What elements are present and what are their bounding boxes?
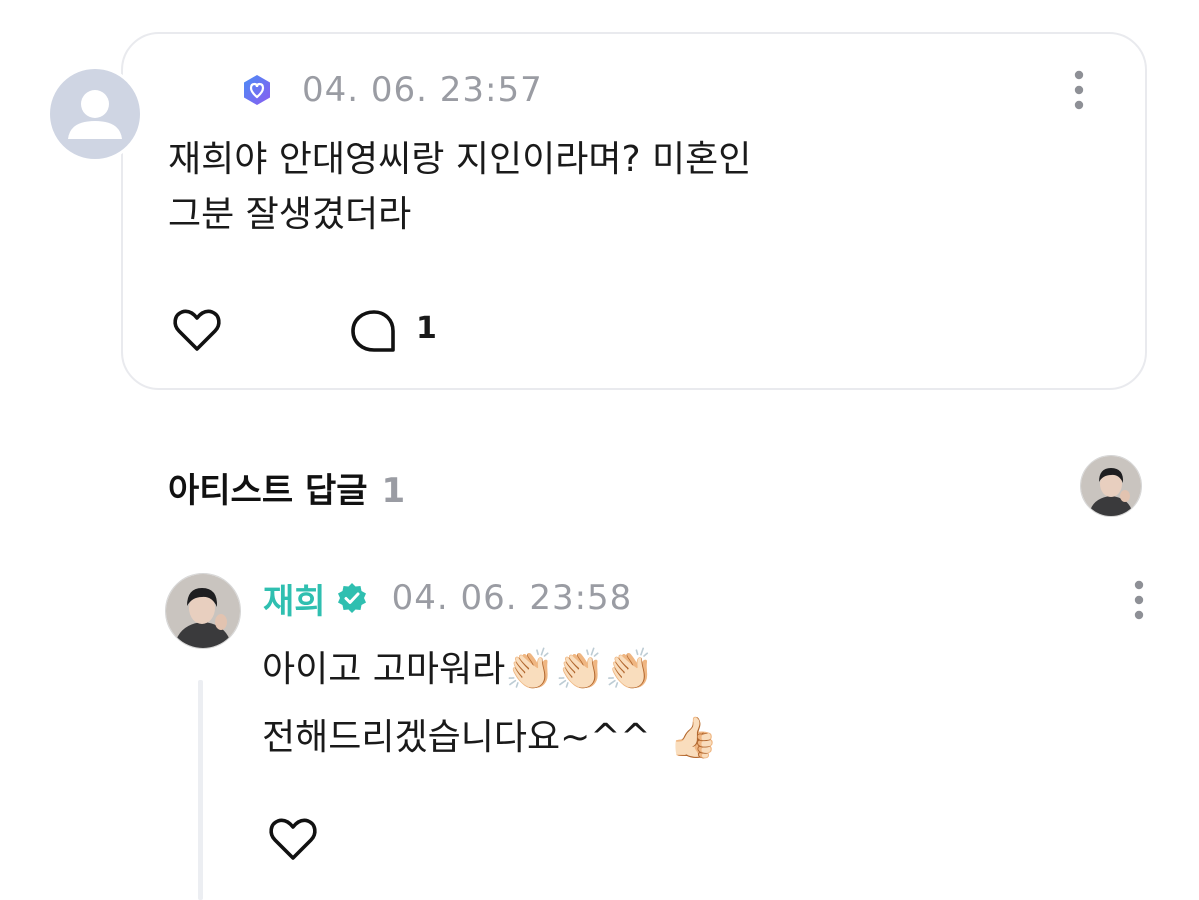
thumbs-up-emoji: 👍🏻 [668, 715, 719, 761]
heart-icon[interactable] [268, 816, 318, 862]
artist-photo-icon [1081, 456, 1141, 516]
author-avatar[interactable] [47, 66, 143, 162]
more-vertical-icon[interactable] [1073, 70, 1085, 110]
reply-text-segment: 전해드리겠습니다요~^^ [262, 717, 651, 758]
post-text-line: 그분 잘생겼더라 [168, 194, 412, 235]
post-text-line: 재희야 안대영씨랑 지인이라며? 미혼인 [168, 139, 752, 180]
comment-count: 1 [416, 311, 437, 346]
reply-author-avatar[interactable] [165, 573, 241, 649]
artist-avatar[interactable] [1080, 455, 1142, 517]
clapping-hands-emoji: 👏🏻👏🏻👏🏻 [505, 647, 655, 693]
comment-thread-page: 04. 06. 23:57 재희야 안대영씨랑 지인이라며? 미혼인 그분 잘생… [0, 0, 1199, 900]
comment-bubble-icon[interactable] [348, 308, 400, 356]
reply-text-segment: 아이고 고마워라 [262, 649, 506, 690]
thread-line [198, 680, 203, 900]
post-timestamp: 04. 06. 23:57 [302, 70, 543, 110]
artist-photo-icon [166, 574, 240, 648]
membership-badge-icon [244, 75, 270, 105]
section-title: 아티스트 답글 [168, 471, 368, 511]
verified-icon [337, 583, 366, 613]
user-placeholder-icon [68, 90, 122, 139]
reply-timestamp: 04. 06. 23:58 [391, 578, 633, 618]
reply-text-line: 아이고 고마워라 👏🏻👏🏻👏🏻 [262, 636, 718, 704]
section-count: 1 [381, 471, 406, 511]
artist-reply-header: 아티스트 답글 1 [168, 463, 405, 512]
reply-author-name[interactable]: 재희 [263, 574, 326, 623]
heart-icon[interactable] [172, 307, 222, 353]
post-meta: 04. 06. 23:57 [240, 70, 543, 110]
post-text: 재희야 안대영씨랑 지인이라며? 미혼인 그분 잘생겼더라 [168, 132, 751, 242]
reply-text-line: 전해드리겠습니다요~^^ 👍🏻 [262, 704, 718, 772]
reply-meta: 재희 04. 06. 23:58 [263, 578, 633, 622]
more-vertical-icon[interactable] [1133, 580, 1145, 620]
reply-text: 아이고 고마워라 👏🏻👏🏻👏🏻 전해드리겠습니다요~^^ 👍🏻 [262, 636, 718, 772]
